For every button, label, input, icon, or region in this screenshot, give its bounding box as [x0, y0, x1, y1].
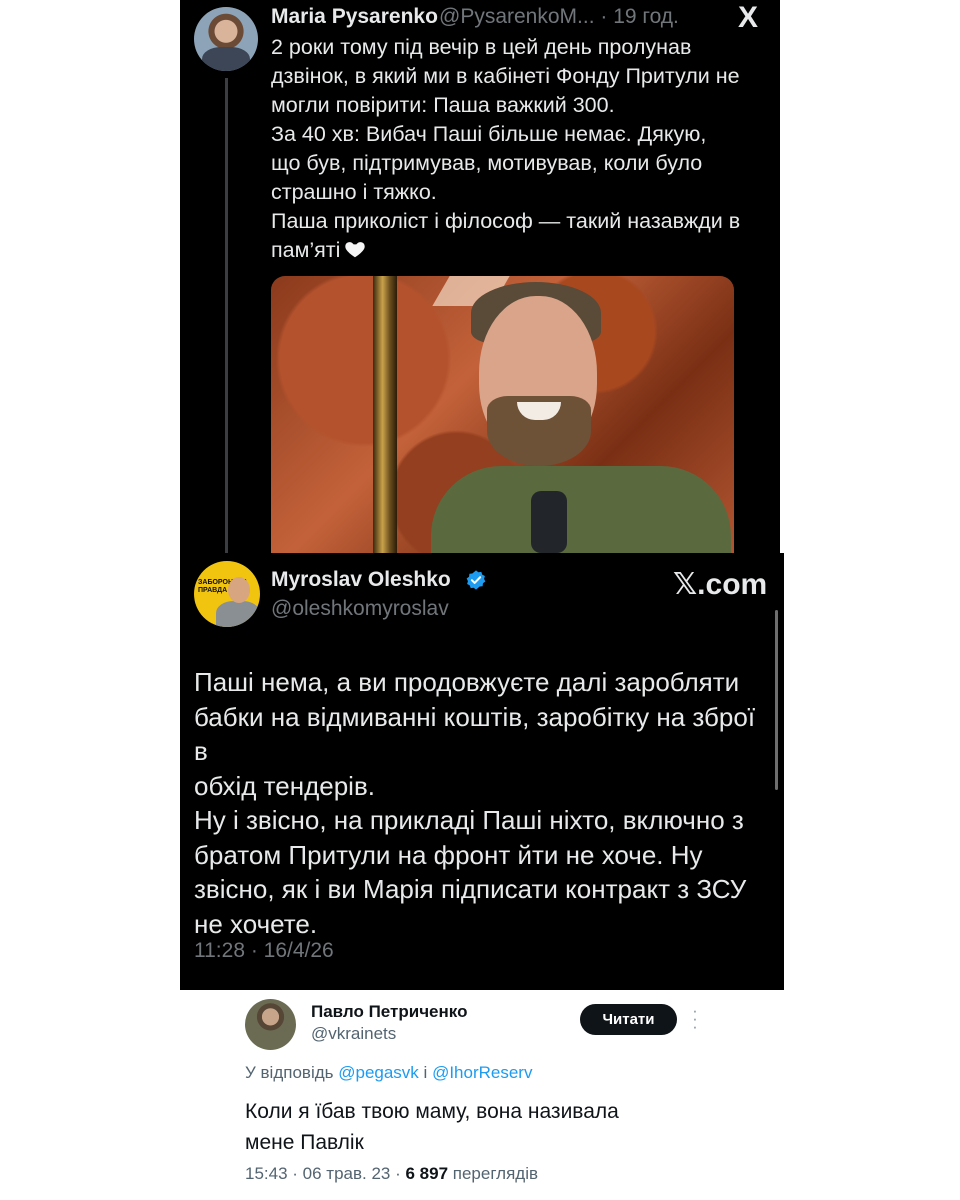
tweet-myroslav[interactable]: ЗАБОРОНЕНА ПРАВДА Myroslav Oleshko @oles…	[180, 553, 784, 990]
tweet-time[interactable]: 15:43 · 06 трав. 23 ·	[245, 1164, 401, 1183]
follow-button[interactable]: Читати	[580, 1004, 677, 1035]
more-options-icon[interactable]: · · ·	[692, 1002, 698, 1035]
tweet-text: 2 роки тому під вечір в цей день пролуна…	[271, 33, 771, 265]
tweet-maria[interactable]: Maria Pysarenko @PysarenkoM... · 19 год.…	[180, 0, 780, 553]
tweet-pavlo[interactable]: Павло Петриченко @vkrainets Читати · · · У…	[230, 993, 730, 1200]
photo-detail	[373, 276, 397, 553]
verified-badge-icon	[466, 570, 486, 590]
reply-prefix: У відповідь	[245, 1063, 334, 1082]
tweet-text: Коли я їбав твою маму, вона називала мен…	[245, 1100, 619, 1154]
tweet-text: Паші нема, а ви продовжуєте далі заробля…	[194, 667, 756, 939]
tweet-text-content: 2 роки тому під вечір в цей день пролуна…	[271, 35, 741, 262]
reply-user-link[interactable]: @IhorReserv	[432, 1063, 532, 1082]
reply-user-link[interactable]: @pegasvk	[338, 1063, 419, 1082]
avatar-detail	[228, 577, 250, 603]
views-label: переглядів	[452, 1164, 539, 1183]
view-count: 6 897	[405, 1164, 449, 1183]
avatar[interactable]: ЗАБОРОНЕНА ПРАВДА	[194, 561, 260, 627]
x-com-logo[interactable]: 𝕏.com	[673, 567, 767, 602]
avatar[interactable]	[245, 999, 296, 1050]
author-name[interactable]: Павло Петриченко	[311, 1002, 467, 1022]
white-heart-icon	[345, 242, 366, 258]
reply-context: У відповідь @pegasvk і @IhorReserv	[245, 1063, 532, 1083]
author-name[interactable]: Maria Pysarenko	[271, 5, 438, 29]
author-name[interactable]: Myroslav Oleshko	[271, 568, 451, 592]
tweet-meta: 15:43 · 06 трав. 23 · 6 897 переглядів	[245, 1164, 538, 1184]
thread-line	[225, 78, 228, 553]
avatar-detail	[216, 601, 260, 627]
tweet-photo[interactable]	[271, 276, 734, 553]
author-handle[interactable]: @PysarenkoM... · 19 год.	[439, 5, 679, 29]
author-handle[interactable]: @vkrainets	[311, 1024, 396, 1044]
tweet-timestamp[interactable]: 11:28 · 16/4/26	[194, 939, 334, 963]
scrollbar[interactable]	[775, 610, 778, 790]
x-logo-icon[interactable]: X	[738, 3, 758, 33]
reply-conjunction: і	[423, 1063, 428, 1082]
photo-detail	[431, 466, 731, 553]
photo-detail	[531, 491, 567, 553]
avatar-badge: ЗАБОРОНЕНА ПРАВДА	[198, 579, 248, 594]
author-handle[interactable]: @oleshkomyroslav	[271, 597, 449, 621]
avatar[interactable]	[194, 7, 258, 71]
